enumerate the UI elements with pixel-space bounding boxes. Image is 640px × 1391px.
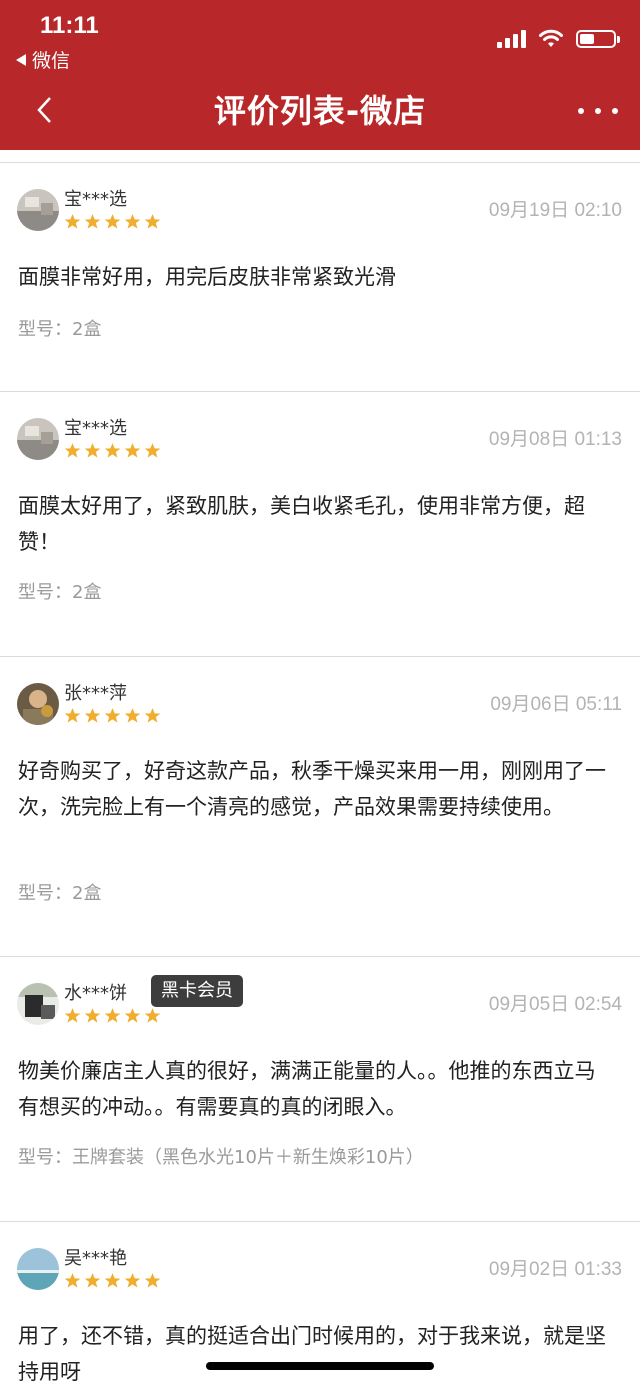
- star-icon: [144, 708, 161, 723]
- status-back-label: 微信: [32, 50, 71, 72]
- more-button[interactable]: [578, 96, 618, 126]
- product-spec: 型号：王牌套装（黑色水光10片＋新生焕彩10片）: [18, 1147, 424, 1168]
- reviewer-name: 水***饼: [64, 983, 127, 1004]
- more-dot-icon: [612, 108, 618, 114]
- star-icon: [144, 214, 161, 229]
- avatar[interactable]: [17, 1248, 59, 1290]
- star-icon: [84, 214, 101, 229]
- star-icon: [124, 1273, 141, 1288]
- battery-icon: [576, 30, 620, 48]
- review-content: 用了，还不错，真的挺适合出门时候用的，对于我来说，就是坚持用呀: [18, 1324, 606, 1384]
- reviewer-name: 吴***艳: [64, 1248, 127, 1269]
- home-indicator[interactable]: [206, 1362, 434, 1370]
- avatar[interactable]: [17, 189, 59, 231]
- back-button[interactable]: [24, 88, 64, 132]
- product-spec: 型号：2盒: [18, 582, 102, 603]
- review-date: 09月02日 01:33: [488, 1259, 622, 1280]
- review-item[interactable]: 水***饼 黑卡会员 09月05日 02:54 物美价廉店主人真的很好，满满正能…: [0, 956, 640, 1222]
- product-spec: 型号：2盒: [18, 883, 102, 904]
- star-rating: [64, 1272, 161, 1289]
- star-rating: [64, 442, 161, 459]
- status-back-to-app[interactable]: 微信: [16, 46, 70, 73]
- star-icon: [64, 1008, 81, 1023]
- reviewer-name: 张***萍: [64, 683, 127, 704]
- review-date: 09月19日 02:10: [488, 200, 622, 221]
- star-icon: [124, 214, 141, 229]
- review-content: 面膜非常好用，用完后皮肤非常紧致光滑: [18, 265, 396, 289]
- vip-badge: 黑卡会员: [151, 975, 243, 1007]
- review-item[interactable]: 张***萍 09月06日 05:11 好奇购买了，好奇这款产品，秋季干燥买来用一…: [0, 656, 640, 957]
- chevron-left-icon: [37, 97, 51, 123]
- star-icon: [144, 1273, 161, 1288]
- star-icon: [124, 708, 141, 723]
- star-rating: [64, 213, 161, 230]
- reviewer-name: 宝***选: [64, 418, 127, 439]
- cellular-signal-icon: [497, 30, 526, 48]
- page-title: 评价列表-微店: [213, 92, 427, 130]
- product-spec: 型号：2盒: [18, 319, 102, 340]
- star-icon: [144, 443, 161, 458]
- review-content: 物美价廉店主人真的很好，满满正能量的人。。他推的东西立马有想买的冲动。。有需要真…: [18, 1059, 596, 1119]
- star-icon: [124, 443, 141, 458]
- star-icon: [104, 708, 121, 723]
- star-icon: [84, 708, 101, 723]
- star-icon: [64, 708, 81, 723]
- more-dot-icon: [595, 108, 601, 114]
- star-icon: [104, 443, 121, 458]
- avatar[interactable]: [17, 983, 59, 1025]
- star-icon: [64, 443, 81, 458]
- status-time: 11:11: [40, 12, 99, 39]
- star-icon: [104, 1273, 121, 1288]
- review-content: 好奇购买了，好奇这款产品，秋季干燥买来用一用，刚刚用了一次，洗完脸上有一个清亮的…: [18, 759, 606, 819]
- review-date: 09月08日 01:13: [488, 429, 622, 450]
- avatar[interactable]: [17, 418, 59, 460]
- star-icon: [124, 1008, 141, 1023]
- avatar[interactable]: [17, 683, 59, 725]
- star-icon: [64, 1273, 81, 1288]
- star-icon: [104, 214, 121, 229]
- star-icon: [84, 1008, 101, 1023]
- status-indicators: [497, 28, 620, 50]
- star-icon: [64, 214, 81, 229]
- more-dot-icon: [578, 108, 584, 114]
- review-item[interactable]: 宝***选 09月08日 01:13 面膜太好用了，紧致肌肤，美白收紧毛孔，使用…: [0, 391, 640, 657]
- reviewer-name: 宝***选: [64, 189, 127, 210]
- star-icon: [104, 1008, 121, 1023]
- star-icon: [84, 443, 101, 458]
- review-date: 09月06日 05:11: [490, 694, 622, 715]
- star-icon: [84, 1273, 101, 1288]
- star-icon: [144, 1008, 161, 1023]
- top-bar: 11:11 微信 评价列表-微店: [0, 0, 640, 150]
- review-content: 面膜太好用了，紧致肌肤，美白收紧毛孔，使用非常方便，超赞！: [18, 494, 585, 554]
- star-rating: [64, 707, 161, 724]
- review-item[interactable]: 宝***选 09月19日 02:10 面膜非常好用，用完后皮肤非常紧致光滑 型号…: [0, 162, 640, 392]
- wifi-icon: [539, 29, 563, 47]
- review-date: 09月05日 02:54: [488, 994, 622, 1015]
- back-triangle-icon: [16, 53, 26, 66]
- star-rating: [64, 1007, 161, 1024]
